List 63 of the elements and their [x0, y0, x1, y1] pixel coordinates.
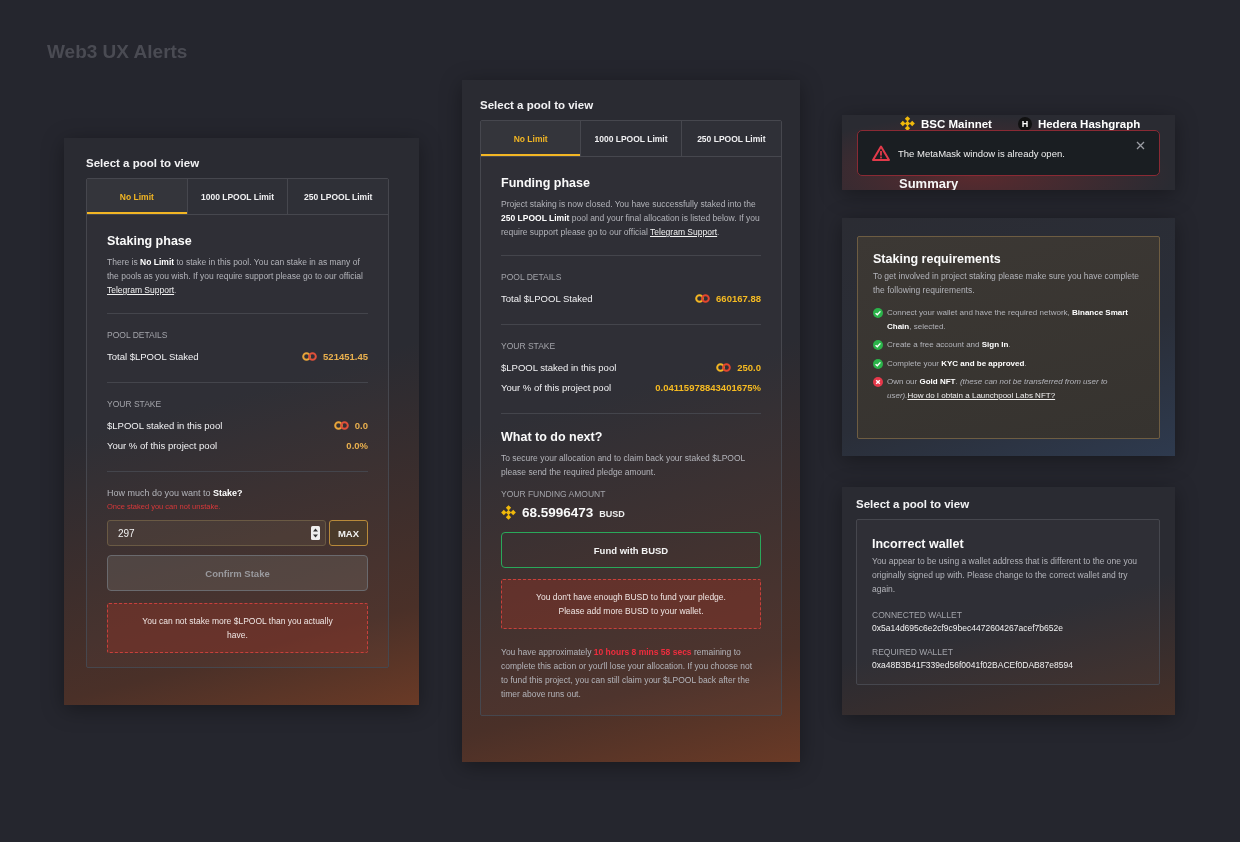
coin-icon: [501, 505, 516, 520]
infinity-icon: [333, 420, 349, 430]
field-label: CONNECTED WALLET: [872, 610, 963, 620]
coin-icon: [900, 116, 915, 131]
card-title: Incorrect wallet: [872, 537, 965, 551]
stake-prompt: How much do you want to Stake?: [107, 488, 244, 498]
row-label: Total $LPOOL Staked: [107, 350, 199, 362]
panel-heading: Select a pool to view: [480, 99, 595, 111]
field-label: REQUIRED WALLET: [872, 647, 954, 657]
row-value: 0.0: [354, 419, 368, 431]
close-icon[interactable]: [1136, 141, 1145, 150]
timer-note: You have approximately 10 hours 8 mins 58 secs remaining to complete this action or you'll lose your allocation. If you choose not to fund this project, you can still claim your $LPOOL back after the timer above runs out.: [501, 646, 754, 701]
phase-title: Funding phase: [501, 176, 591, 190]
intro-text: Project staking is now closed. You have successfully staked into the 250 LPOOL Limit pool and your final allocation is listed below. If you require support please go to our official Telegram Support.: [501, 198, 761, 239]
warning-text: You appear to be using a wallet address that is different to the one you originally signed up with. Please change to the correct wallet and try again.: [872, 555, 1139, 596]
requirement-text: Complete your KYC and be approved.: [887, 357, 1027, 370]
row-value: 0.04115978843401675%: [655, 381, 761, 393]
alert-message: The MetaMask window is already open.: [898, 147, 1066, 159]
warning-icon: [872, 145, 890, 161]
instruction-text: To secure your allocation and to claim back your staked $LPOOL please send the required pledge amount.: [501, 452, 746, 479]
wallet-address: 0x5a14d695c6e2cf9c9bec4472604267acef7b652e: [872, 623, 1064, 633]
infinity-icon: [716, 362, 732, 372]
network-name: BSC Mainnet: [921, 117, 992, 130]
section-label: YOUR STAKE: [501, 341, 557, 351]
intro-text: To get involved in project staking please make sure you have complete the following requirements.: [873, 270, 1140, 297]
requirement-text: Create a free account and Sign In.: [887, 339, 1011, 351]
row-value: 660167.88: [716, 292, 761, 304]
pool-tab[interactable]: No Limit: [481, 121, 582, 156]
row-label: $LPOOL staked in this pool: [501, 361, 617, 373]
row-label: $LPOOL staked in this pool: [107, 419, 223, 431]
section-title: What to do next?: [501, 430, 604, 444]
row-label: Your % of this project pool: [501, 381, 612, 393]
error-message: You don't have enough BUSD to fund your pledge. Please add more BUSD to your wallet.: [501, 579, 761, 629]
row-value: 0.0%: [346, 439, 368, 451]
card-title: Staking requirements: [873, 252, 1002, 266]
section-label: POOL DETAILS: [501, 272, 563, 282]
section-title: Summary: [899, 176, 959, 190]
network-badge: H: [1017, 116, 1032, 131]
requirement-text: Own our Gold NFT. (these can not be transferred from user to user).How do I obtain a Launchpool Labs NFT?: [887, 376, 1109, 402]
section-label: YOUR FUNDING AMOUNT: [501, 489, 607, 499]
requirement-text: Connect your wallet and have the required network, Binance Smart Chain, selected.: [887, 307, 1130, 333]
max-button[interactable]: MAX: [329, 520, 368, 546]
currency-label: BUSD: [599, 509, 625, 519]
panel-heading: Select a pool to view: [856, 498, 971, 510]
intro-text: There is No Limit to stake in this pool. You can stake in as many of the pools as you wish. If you require support please go to our official Telegram Support.: [107, 256, 364, 297]
infinity-icon: [302, 351, 318, 361]
funding-amount: 68.5996473: [522, 505, 594, 520]
row-label: Total $LPOOL Staked: [501, 292, 593, 304]
spinner-icon[interactable]: [311, 526, 320, 540]
infinity-icon: [695, 293, 711, 303]
network-name: Hedera Hashgraph: [1037, 117, 1141, 130]
fund-button[interactable]: Fund with BUSD: [501, 532, 761, 568]
section-label: POOL DETAILS: [107, 330, 169, 340]
section-label: YOUR STAKE: [107, 399, 163, 409]
row-value: 521451.45: [323, 350, 368, 362]
help-link[interactable]: How do I obtain a Launchpool Labs NFT?: [907, 390, 1056, 400]
row-value: 250.0: [737, 361, 761, 373]
pool-tab[interactable]: No Limit: [87, 179, 188, 214]
error-message: You can not stake more $LPOOL than you actually have.: [107, 603, 368, 653]
row-label: Your % of this project pool: [107, 439, 218, 451]
panel-heading: Select a pool to view: [86, 157, 201, 169]
wallet-address: 0xa48B3B41F339ed56f0041f02BACEf0DAB87e8594: [872, 660, 1074, 670]
phase-title: Staking phase: [107, 234, 193, 248]
